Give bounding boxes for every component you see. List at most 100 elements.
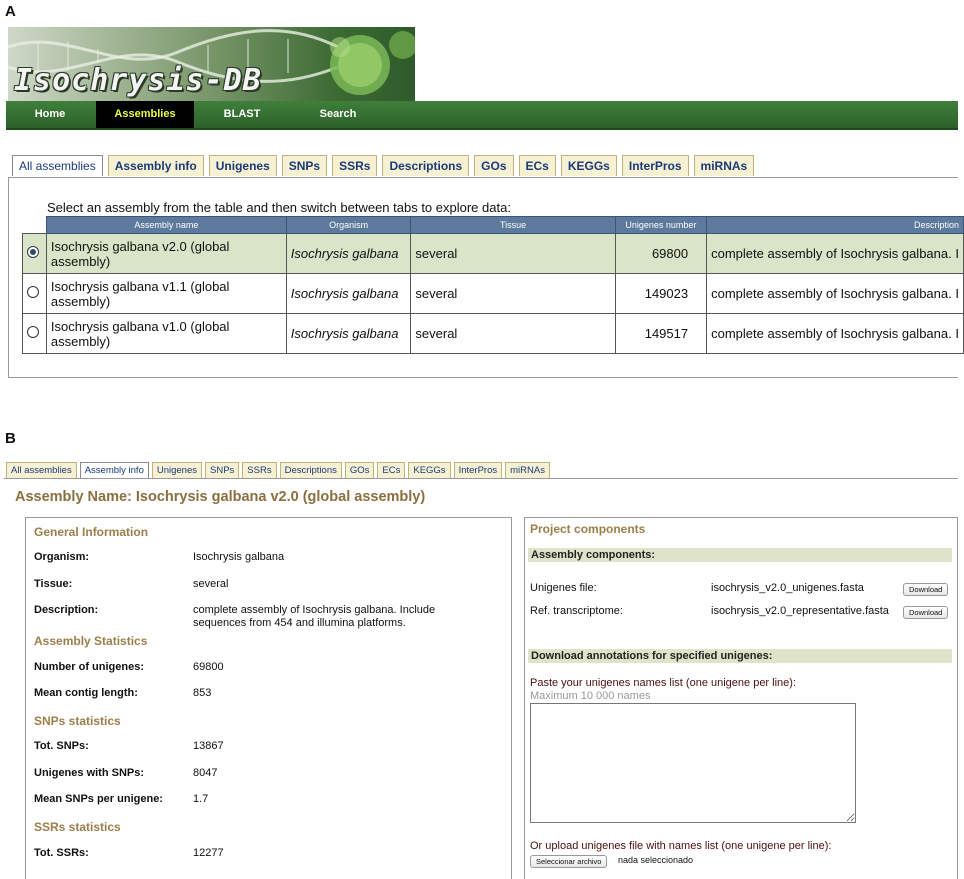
tissue-value: several: [193, 578, 229, 590]
description-cell: complete assembly of Isochrysis galbana.…: [706, 273, 964, 314]
tissue-cell: several: [410, 233, 616, 274]
download-ref-button[interactable]: Download: [903, 606, 949, 619]
col-organism: Organism: [285, 216, 412, 234]
assemblies-table: Assembly name Organism Tissue Unigenes n…: [22, 216, 964, 354]
organism-cell: Isochrysis galbana: [285, 273, 412, 314]
tot-snps-value: 13867: [193, 740, 224, 752]
tab-assembly-info[interactable]: Assembly info: [79, 462, 149, 479]
organism-value: Isochrysis galbana: [193, 551, 285, 563]
upload-label: Or upload unigenes file with names list …: [530, 840, 832, 852]
nav-home[interactable]: Home: [6, 101, 94, 128]
snp-stats-heading: SNPs statistics: [34, 714, 121, 728]
unigenes-count-value: 69800: [193, 661, 224, 673]
col-tissue: Tissue: [410, 216, 616, 234]
site-banner: Isochrysis-DB: [8, 27, 415, 101]
project-components-heading: Project components: [530, 522, 646, 536]
no-file-selected-text: nada seleccionado: [618, 855, 694, 865]
panel-a-label: A: [5, 3, 16, 20]
tab-ecs[interactable]: ECs: [377, 462, 406, 479]
tab-gos[interactable]: GOs: [344, 462, 375, 479]
assembly-name-heading: Assembly Name: Isochrysis galbana v2.0 (…: [15, 489, 426, 505]
organism-label: Organism:: [34, 551, 90, 563]
panel-b-label: B: [5, 430, 16, 447]
contig-length-label: Mean contig length:: [34, 687, 138, 699]
assembly-name-cell: Isochrysis galbana v1.0 (global assembly…: [45, 313, 287, 354]
tab-ssrs[interactable]: SSRs: [242, 462, 277, 479]
table-row[interactable]: Isochrysis galbana v2.0 (global assembly…: [22, 233, 964, 274]
mean-snps-label: Mean SNPs per unigene:: [34, 793, 163, 805]
table-row[interactable]: Isochrysis galbana v1.1 (global assembly…: [22, 273, 964, 314]
tab-bar-a: All assemblies Assembly info Unigenes SN…: [12, 155, 755, 176]
description-cell: complete assembly of Isochrysis galbana.…: [706, 233, 964, 274]
organism-cell: Isochrysis galbana: [285, 233, 412, 274]
tab-all-assemblies[interactable]: All assemblies: [6, 462, 77, 479]
max-names-note: Maximum 10 000 names: [530, 690, 651, 702]
main-nav: Home Assemblies BLAST Search: [6, 101, 958, 130]
unigenes-list-textarea[interactable]: [530, 703, 856, 823]
paste-list-label: Paste your unigenes names list (one unig…: [530, 677, 796, 689]
tab-snps[interactable]: SNPs: [205, 462, 240, 479]
general-info-heading: General Information: [34, 525, 149, 539]
description-value-line2: sequences from 454 and illumina platform…: [193, 617, 406, 629]
tab-mirnas[interactable]: miRNAs: [693, 155, 755, 176]
tab-snps[interactable]: SNPs: [281, 155, 328, 176]
tab-keggs[interactable]: KEGGs: [560, 155, 617, 176]
nav-search[interactable]: Search: [290, 101, 386, 128]
assembly-name-cell: Isochrysis galbana v1.1 (global assembly…: [45, 273, 287, 314]
row-radio-selected[interactable]: [27, 246, 39, 258]
unigenes-with-snps-value: 8047: [193, 767, 218, 779]
tab-descriptions[interactable]: Descriptions: [382, 155, 470, 176]
tab-unigenes[interactable]: Unigenes: [208, 155, 277, 176]
download-annotations-bar: Download annotations for specified unige…: [528, 649, 952, 663]
tot-snps-label: Tot. SNPs:: [34, 740, 89, 752]
table-row[interactable]: Isochrysis galbana v1.0 (global assembly…: [22, 313, 964, 354]
assembly-name-cell: Isochrysis galbana v2.0 (global assembly…: [45, 233, 287, 274]
tab-ecs[interactable]: ECs: [518, 155, 556, 176]
description-label: Description:: [34, 604, 99, 616]
description-value-line1: complete assembly of Isochrysis galbana.…: [193, 604, 436, 616]
unigenes-cell: 69800: [614, 233, 708, 274]
ssr-stats-heading: SSRs statistics: [34, 820, 121, 834]
col-description: Description: [706, 216, 964, 234]
tab-unigenes[interactable]: Unigenes: [151, 462, 202, 479]
contig-length-value: 853: [193, 687, 212, 699]
tab-mirnas[interactable]: miRNAs: [505, 462, 550, 479]
mean-snps-value: 1.7: [193, 793, 209, 805]
tab-descriptions[interactable]: Descriptions: [279, 462, 342, 479]
nav-assemblies[interactable]: Assemblies: [96, 101, 194, 128]
row-radio[interactable]: [27, 286, 39, 298]
tissue-cell: several: [410, 313, 616, 354]
description-cell: complete assembly of Isochrysis galbana.…: [706, 313, 964, 354]
assembly-stats-heading: Assembly Statistics: [34, 634, 148, 648]
tab-interpros[interactable]: InterPros: [453, 462, 503, 479]
site-logo-text: Isochrysis-DB: [14, 63, 262, 98]
tab-assembly-info[interactable]: Assembly info: [107, 155, 204, 176]
instruction-text: Select an assembly from the table and th…: [47, 200, 511, 215]
ref-transcriptome-label: Ref. transcriptome:: [530, 605, 623, 617]
unigenes-file-name: isochrysis_v2.0_unigenes.fasta: [711, 582, 864, 594]
tissue-label: Tissue:: [34, 578, 73, 590]
assembly-components-bar: Assembly components:: [528, 548, 952, 562]
tab-bar-b: All assemblies Assembly info Unigenes SN…: [6, 462, 550, 479]
tab-ssrs[interactable]: SSRs: [332, 155, 378, 176]
unigenes-cell: 149517: [614, 313, 708, 354]
nav-blast[interactable]: BLAST: [194, 101, 290, 128]
row-radio[interactable]: [27, 326, 39, 338]
col-assembly-name: Assembly name: [45, 216, 287, 234]
tab-gos[interactable]: GOs: [474, 155, 514, 176]
tab-keggs[interactable]: KEGGs: [408, 462, 451, 479]
unigenes-file-label: Unigenes file:: [530, 582, 597, 594]
tab-interpros[interactable]: InterPros: [621, 155, 689, 176]
tissue-cell: several: [410, 273, 616, 314]
unigenes-cell: 149023: [614, 273, 708, 314]
tab-all-assemblies[interactable]: All assemblies: [12, 155, 103, 176]
tot-ssrs-value: 12277: [193, 847, 224, 859]
ref-transcriptome-file: isochrysis_v2.0_representative.fasta: [711, 605, 889, 617]
unigenes-with-snps-label: Unigenes with SNPs:: [34, 767, 145, 779]
organism-cell: Isochrysis galbana: [285, 313, 412, 354]
unigenes-count-label: Number of unigenes:: [34, 661, 145, 673]
choose-file-button[interactable]: Seleccionar archivo: [530, 855, 608, 868]
download-unigenes-button[interactable]: Download: [903, 583, 949, 596]
table-header-row: Assembly name Organism Tissue Unigenes n…: [22, 216, 964, 234]
col-unigenes-number: Unigenes number: [614, 216, 708, 234]
